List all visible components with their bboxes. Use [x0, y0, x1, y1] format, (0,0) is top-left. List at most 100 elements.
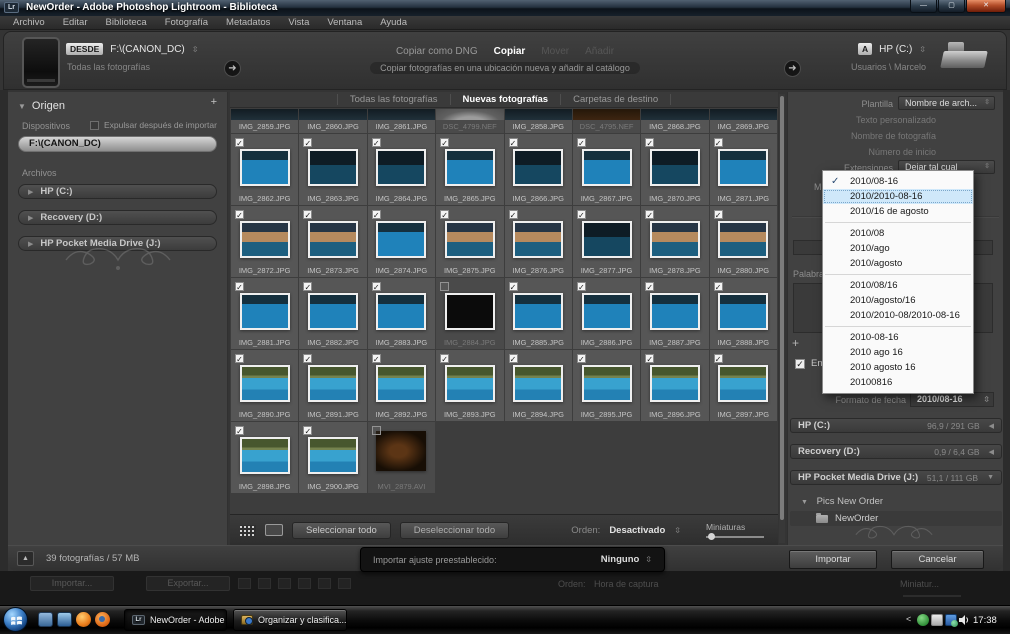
- date-format-select[interactable]: 2010/08-16⇳: [910, 392, 994, 407]
- cancel-button[interactable]: Cancelar: [891, 550, 984, 569]
- photo-checkbox[interactable]: ✓: [645, 210, 654, 219]
- photo-checkbox[interactable]: ✓: [235, 354, 244, 363]
- photo-cell[interactable]: ✓IMG_2883.JPG: [368, 278, 435, 349]
- into-subfolder-option[interactable]: ✓ En: [795, 358, 823, 369]
- photo-cell-partial[interactable]: IMG_2859.JPG: [231, 109, 298, 133]
- preset-select[interactable]: Ninguno: [601, 554, 640, 565]
- photo-checkbox[interactable]: ✓: [235, 426, 244, 435]
- source-device-select[interactable]: F:\(CANON_DC): [110, 44, 184, 55]
- dropdown-item-2010-ago-16[interactable]: 2010 ago 16: [823, 345, 973, 360]
- photo-cell[interactable]: ✓IMG_2874.JPG: [368, 206, 435, 277]
- photo-cell-partial[interactable]: IMG_2858.JPG: [505, 109, 572, 133]
- photo-checkbox[interactable]: ✓: [577, 210, 586, 219]
- loupe-view-icon[interactable]: [265, 524, 283, 536]
- tray-device-icon[interactable]: [931, 614, 943, 626]
- photo-cell[interactable]: ✓IMG_2881.JPG: [231, 278, 298, 349]
- taskbar-task-organizar-y-clasifica[interactable]: Organizar y clasifica...: [233, 609, 347, 631]
- destination-select[interactable]: HP (C:): [879, 44, 912, 55]
- photo-cell[interactable]: ✓IMG_2890.JPG: [231, 350, 298, 421]
- dropdown-item-2010-08-16[interactable]: 2010/08/16: [823, 278, 973, 293]
- photo-cell-partial[interactable]: DSC_4795.NEF: [573, 109, 640, 133]
- subfolder-checkbox[interactable]: ✓: [795, 359, 805, 369]
- photo-cell[interactable]: IMG_2884.JPG: [436, 278, 503, 349]
- photo-checkbox[interactable]: ✓: [303, 426, 312, 435]
- photo-cell-partial[interactable]: IMG_2861.JPG: [368, 109, 435, 133]
- photo-cell[interactable]: ✓IMG_2888.JPG: [710, 278, 777, 349]
- photo-checkbox[interactable]: [372, 426, 381, 435]
- photo-checkbox[interactable]: ✓: [509, 138, 518, 147]
- photo-checkbox[interactable]: ✓: [577, 354, 586, 363]
- photo-cell[interactable]: ✓IMG_2865.JPG: [436, 134, 503, 205]
- import-method-an-adir[interactable]: Añadir: [585, 46, 614, 57]
- photo-cell[interactable]: ✓IMG_2893.JPG: [436, 350, 503, 421]
- thumbnail-size-slider[interactable]: [706, 536, 764, 538]
- photo-checkbox[interactable]: ✓: [509, 210, 518, 219]
- dropdown-item-2010-08[interactable]: 2010/08: [823, 226, 973, 241]
- collapse-up-button[interactable]: ▲: [17, 551, 34, 566]
- tray-expand-chevron[interactable]: <: [906, 614, 911, 624]
- tray-antivirus-icon[interactable]: [917, 614, 929, 626]
- select-all-button[interactable]: Seleccionar todo: [292, 522, 391, 539]
- photo-cell[interactable]: ✓IMG_2863.JPG: [299, 134, 366, 205]
- photo-checkbox[interactable]: ✓: [714, 354, 723, 363]
- tab-carpetas-de-destino[interactable]: Carpetas de destino: [560, 94, 671, 105]
- photo-cell[interactable]: ✓IMG_2898.JPG: [231, 422, 298, 493]
- photo-checkbox[interactable]: ✓: [509, 282, 518, 291]
- photo-cell[interactable]: ✓IMG_2864.JPG: [368, 134, 435, 205]
- menu-biblioteca[interactable]: Biblioteca: [97, 17, 156, 28]
- destination-volume-hp-pocket-media-drive-j[interactable]: HP Pocket Media Drive (J:)51,1 / 111 GB▼: [790, 470, 1002, 485]
- photo-cell[interactable]: ✓IMG_2892.JPG: [368, 350, 435, 421]
- photo-checkbox[interactable]: ✓: [372, 354, 381, 363]
- photo-cell[interactable]: ✓IMG_2870.JPG: [641, 134, 708, 205]
- dropdown-item-2010-agosto-16[interactable]: 2010/agosto/16: [823, 293, 973, 308]
- photo-checkbox[interactable]: ✓: [577, 138, 586, 147]
- photo-checkbox[interactable]: ✓: [235, 138, 244, 147]
- eject-after-import-option[interactable]: Expulsar después de importar: [90, 120, 217, 130]
- photo-checkbox[interactable]: ✓: [440, 138, 449, 147]
- plus-icon[interactable]: +: [792, 336, 799, 350]
- import-method-mover[interactable]: Mover: [541, 46, 569, 57]
- minimize-button[interactable]: —: [910, 0, 937, 13]
- tray-volume-icon[interactable]: [958, 614, 970, 626]
- photo-checkbox[interactable]: [440, 282, 449, 291]
- selected-device[interactable]: F:\(CANON_DC): [18, 136, 217, 152]
- photo-cell[interactable]: ✓IMG_2872.JPG: [231, 206, 298, 277]
- import-method-copiar-como-dng[interactable]: Copiar como DNG: [396, 46, 478, 57]
- photo-checkbox[interactable]: ✓: [303, 210, 312, 219]
- tab-nuevas-fotografi-as[interactable]: Nuevas fotografías: [450, 94, 561, 105]
- grid-view-icon[interactable]: [240, 525, 256, 536]
- dropdown-item-2010-agosto-16[interactable]: 2010 agosto 16: [823, 360, 973, 375]
- maximize-button[interactable]: ▢: [938, 0, 965, 13]
- photo-checkbox[interactable]: ✓: [577, 282, 586, 291]
- start-button[interactable]: [3, 607, 28, 632]
- dropdown-item-20100816[interactable]: 20100816: [823, 375, 973, 390]
- photo-cell[interactable]: ✓IMG_2891.JPG: [299, 350, 366, 421]
- dropdown-item-2010-2010-08-2010-08-16[interactable]: 2010/2010-08/2010-08-16: [823, 308, 973, 323]
- photo-checkbox[interactable]: ✓: [714, 138, 723, 147]
- photo-checkbox[interactable]: ✓: [372, 210, 381, 219]
- quick-launch-firefox-icon[interactable]: [95, 612, 110, 627]
- close-button[interactable]: ✕: [966, 0, 1006, 13]
- template-select[interactable]: Nombre de arch...⇳: [898, 96, 995, 110]
- photo-cell[interactable]: ✓IMG_2894.JPG: [505, 350, 572, 421]
- quick-launch-messenger-icon[interactable]: [38, 612, 53, 627]
- menu-vista[interactable]: Vista: [279, 17, 318, 28]
- photo-cell-partial[interactable]: DSC_4799.NEF: [436, 109, 503, 133]
- folder-tree-parent[interactable]: ▼ Pics New Order: [801, 496, 883, 507]
- slider-thumb[interactable]: [708, 533, 715, 540]
- source-panel-header[interactable]: ▼Origen +: [18, 96, 219, 112]
- eject-checkbox[interactable]: [90, 121, 99, 130]
- photo-cell[interactable]: ✓IMG_2887.JPG: [641, 278, 708, 349]
- order-select[interactable]: Desactivado: [609, 525, 665, 536]
- photo-cell[interactable]: ✓IMG_2878.JPG: [641, 206, 708, 277]
- dropdown-item-2010-08-16[interactable]: 2010-08-16: [823, 330, 973, 345]
- photo-checkbox[interactable]: ✓: [645, 282, 654, 291]
- photo-checkbox[interactable]: ✓: [440, 210, 449, 219]
- quick-launch-media-player-icon[interactable]: [76, 612, 91, 627]
- photo-cell[interactable]: ✓IMG_2880.JPG: [710, 206, 777, 277]
- photo-cell[interactable]: ✓IMG_2867.JPG: [573, 134, 640, 205]
- menu-ventana[interactable]: Ventana: [318, 17, 371, 28]
- photo-cell[interactable]: ✓IMG_2862.JPG: [231, 134, 298, 205]
- plus-icon[interactable]: +: [211, 96, 217, 108]
- dropdown-item-2010-16-de-agosto[interactable]: 2010/16 de agosto: [823, 204, 973, 219]
